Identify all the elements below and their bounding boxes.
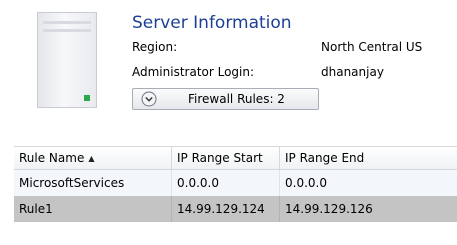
region-label: Region: (132, 40, 178, 54)
cell-ip-range-end: 14.99.129.126 (279, 196, 457, 222)
column-header-ip-range-end[interactable]: IP Range End (279, 147, 457, 169)
column-header-label: IP Range Start (177, 151, 263, 165)
firewall-rules-grid: Rule Name ▲ IP Range Start IP Range End … (14, 146, 457, 222)
firewall-rules-button[interactable]: Firewall Rules: 2 (132, 88, 319, 110)
page-title: Server Information (132, 13, 292, 33)
column-header-label: IP Range End (285, 151, 365, 165)
region-value: North Central US (321, 40, 423, 54)
cell-ip-range-start: 14.99.129.124 (171, 196, 279, 222)
cell-ip-range-end: 0.0.0.0 (279, 170, 457, 196)
admin-login-label: Administrator Login: (132, 65, 255, 79)
status-led-icon (84, 95, 90, 101)
table-row[interactable]: MicrosoftServices 0.0.0.0 0.0.0.0 (14, 170, 457, 196)
column-header-label: Rule Name (19, 151, 85, 165)
column-header-rule-name[interactable]: Rule Name ▲ (14, 147, 169, 169)
server-bay (43, 21, 91, 24)
admin-login-value: dhananjay (321, 65, 384, 79)
cell-ip-range-start: 0.0.0.0 (171, 170, 279, 196)
cell-rule-name: MicrosoftServices (19, 176, 125, 190)
grid-header: Rule Name ▲ IP Range Start IP Range End (14, 146, 457, 170)
chevron-down-circle-icon (141, 91, 157, 107)
firewall-rules-label: Firewall Rules: 2 (188, 92, 285, 106)
cell-rule-name: Rule1 (19, 202, 53, 216)
server-icon (37, 12, 97, 108)
column-header-ip-range-start[interactable]: IP Range Start (171, 147, 279, 169)
sort-ascending-icon: ▲ (88, 153, 95, 163)
table-row-selected[interactable]: Rule1 14.99.129.124 14.99.129.126 (14, 196, 457, 222)
server-bay (43, 29, 91, 32)
